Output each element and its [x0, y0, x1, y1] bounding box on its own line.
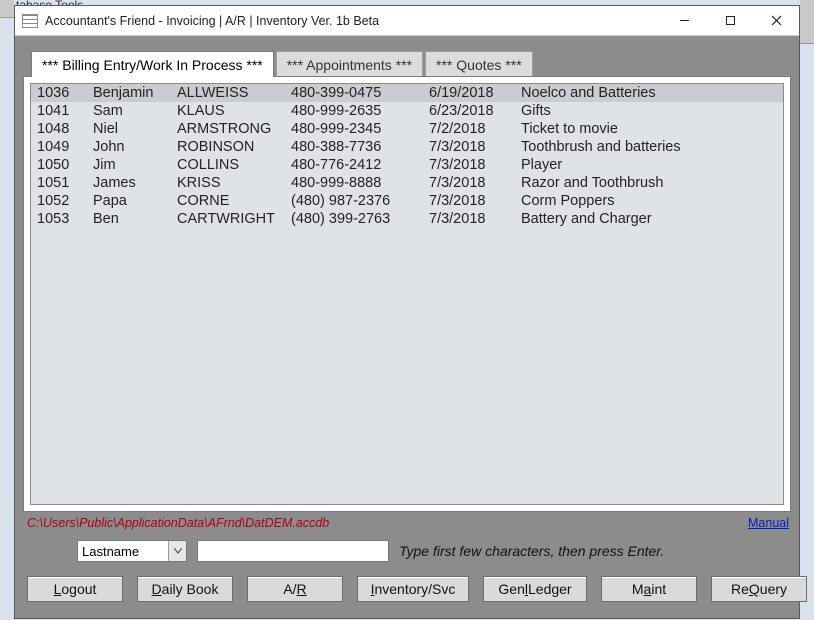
cell-date: 6/19/2018 [423, 84, 515, 102]
cell-desc: Noelco and Batteries [515, 84, 783, 102]
cell-firstname: Benjamin [87, 84, 171, 102]
cell-id: 1052 [31, 192, 87, 210]
cell-date: 7/2/2018 [423, 120, 515, 138]
cell-phone: 480-999-2345 [285, 120, 423, 138]
cell-firstname: Papa [87, 192, 171, 210]
cell-lastname: CORNE [171, 192, 285, 210]
window-title: Accountant's Friend - Invoicing | A/R | … [45, 14, 379, 28]
cell-phone: 480-999-2635 [285, 102, 423, 120]
table-row[interactable]: 1050JimCOLLINS480-776-24127/3/2018Player [31, 156, 783, 174]
cell-firstname: Niel [87, 120, 171, 138]
cell-firstname: James [87, 174, 171, 192]
genl-ledger-button[interactable]: Genl Ledger [483, 576, 587, 602]
cell-date: 7/3/2018 [423, 156, 515, 174]
records-grid[interactable]: 1036BenjaminALLWEISS480-399-04756/19/201… [30, 83, 784, 505]
table-row[interactable]: 1049JohnROBINSON480-388-77367/3/2018Toot… [31, 138, 783, 156]
db-path: C:\Users\Public\ApplicationData\AFrnd\Da… [27, 516, 329, 530]
minimize-button[interactable] [661, 6, 707, 36]
cell-desc: Corm Poppers [515, 192, 783, 210]
cell-desc: Toothbrush and batteries [515, 138, 783, 156]
cell-phone: (480) 399-2763 [285, 210, 423, 228]
cell-firstname: Jim [87, 156, 171, 174]
cell-lastname: COLLINS [171, 156, 285, 174]
app-window: Accountant's Friend - Invoicing | A/R | … [14, 5, 800, 619]
cell-id: 1050 [31, 156, 87, 174]
table-row[interactable]: 1048NielARMSTRONG480-999-23457/2/2018Tic… [31, 120, 783, 138]
tab-0[interactable]: *** Billing Entry/Work In Process *** [31, 51, 274, 77]
system-menu-icon[interactable] [22, 14, 38, 28]
tab-2[interactable]: *** Quotes *** [425, 51, 533, 77]
logout-button[interactable]: Logout [27, 576, 123, 602]
cell-firstname: Sam [87, 102, 171, 120]
cell-phone: 480-388-7736 [285, 138, 423, 156]
ar-button[interactable]: A/R [247, 576, 343, 602]
cell-firstname: John [87, 138, 171, 156]
cell-desc: Battery and Charger [515, 210, 783, 228]
cell-lastname: KLAUS [171, 102, 285, 120]
table-row[interactable]: 1051JamesKRISS480-999-88887/3/2018Razor … [31, 174, 783, 192]
titlebar[interactable]: Accountant's Friend - Invoicing | A/R | … [15, 6, 799, 36]
cell-id: 1036 [31, 84, 87, 102]
cell-firstname: Ben [87, 210, 171, 228]
cell-date: 6/23/2018 [423, 102, 515, 120]
close-button[interactable] [753, 6, 799, 36]
manual-link[interactable]: Manual [748, 516, 789, 530]
cell-date: 7/3/2018 [423, 174, 515, 192]
cell-lastname: ARMSTRONG [171, 120, 285, 138]
cell-phone: (480) 987-2376 [285, 192, 423, 210]
cell-lastname: ALLWEISS [171, 84, 285, 102]
search-input[interactable] [197, 540, 389, 562]
inventory-svc-button[interactable]: Inventory/Svc [357, 576, 469, 602]
requery-button[interactable]: ReQuery [711, 576, 807, 602]
cell-phone: 480-399-0475 [285, 84, 423, 102]
cell-lastname: KRISS [171, 174, 285, 192]
cell-id: 1049 [31, 138, 87, 156]
maximize-button[interactable] [707, 6, 753, 36]
cell-id: 1048 [31, 120, 87, 138]
cell-lastname: ROBINSON [171, 138, 285, 156]
search-field-value[interactable] [77, 540, 187, 562]
search-field-combo[interactable] [77, 540, 187, 562]
search-hint: Type first few characters, then press En… [399, 543, 664, 559]
cell-phone: 480-776-2412 [285, 156, 423, 174]
table-row[interactable]: 1052PapaCORNE(480) 987-23767/3/2018Corm … [31, 192, 783, 210]
cell-date: 7/3/2018 [423, 192, 515, 210]
cell-id: 1053 [31, 210, 87, 228]
cell-date: 7/3/2018 [423, 138, 515, 156]
cell-desc: Gifts [515, 102, 783, 120]
cell-desc: Razor and Toothbrush [515, 174, 783, 192]
maint-button[interactable]: Maint [601, 576, 697, 602]
cell-desc: Ticket to movie [515, 120, 783, 138]
tab-1[interactable]: *** Appointments *** [276, 51, 423, 77]
cell-date: 7/3/2018 [423, 210, 515, 228]
tab-strip: *** Billing Entry/Work In Process ******… [31, 44, 791, 76]
cell-lastname: CARTWRIGHT [171, 210, 285, 228]
tab-panel-billing: 1036BenjaminALLWEISS480-399-04756/19/201… [23, 76, 791, 512]
daily-book-button[interactable]: Daily Book [137, 576, 233, 602]
table-row[interactable]: 1036BenjaminALLWEISS480-399-04756/19/201… [31, 84, 783, 102]
cell-id: 1041 [31, 102, 87, 120]
table-row[interactable]: 1053BenCARTWRIGHT(480) 399-27637/3/2018B… [31, 210, 783, 228]
cell-desc: Player [515, 156, 783, 174]
cell-phone: 480-999-8888 [285, 174, 423, 192]
table-row[interactable]: 1041SamKLAUS480-999-26356/23/2018Gifts [31, 102, 783, 120]
cell-id: 1051 [31, 174, 87, 192]
